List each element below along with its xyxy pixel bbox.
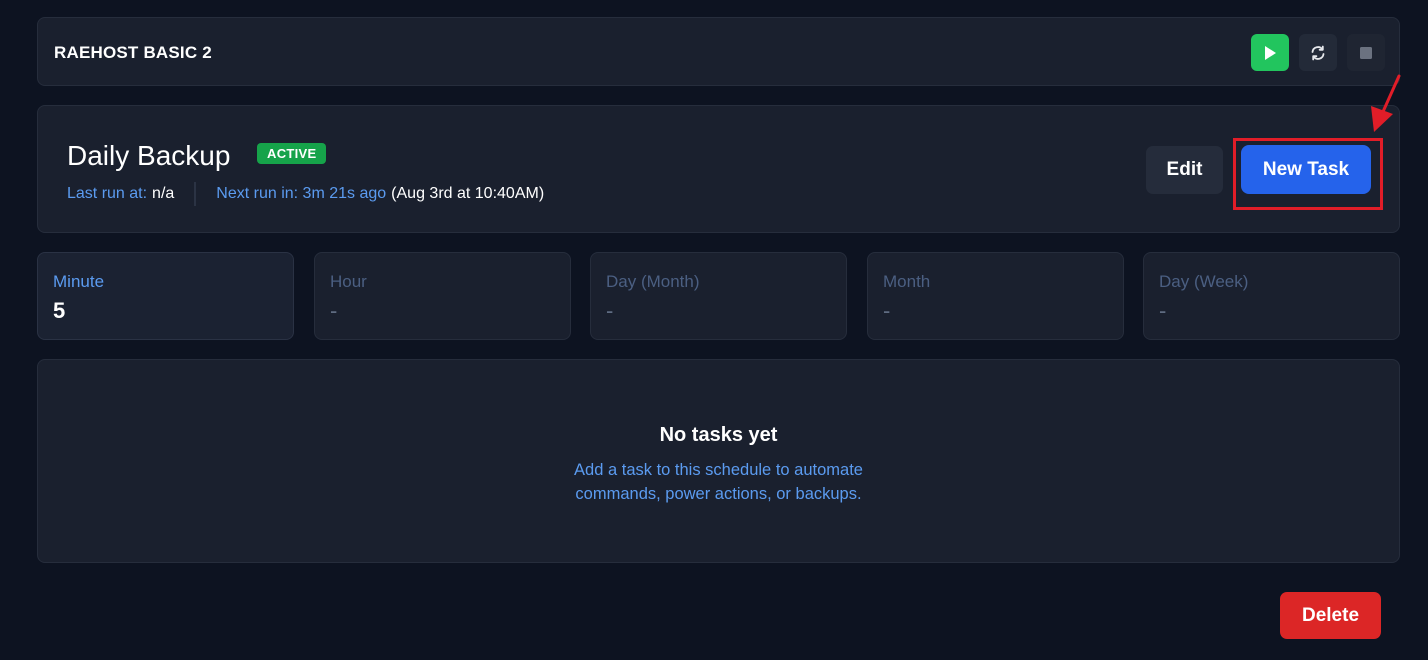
cron-label: Minute: [53, 272, 105, 291]
cron-label: Day (Week): [1159, 272, 1249, 291]
empty-state-description: Add a task to this schedule to automate …: [574, 461, 863, 503]
annotation-arrow-icon: [1371, 74, 1401, 132]
server-header: RAEHOST BASIC 2: [37, 17, 1400, 86]
schedule-title: Daily Backup: [67, 140, 231, 171]
empty-state-title: No tasks yet: [659, 424, 778, 446]
refresh-icon: [1311, 45, 1325, 60]
tasks-panel: No tasks yet Add a task to this schedule…: [37, 359, 1400, 563]
cron-value: -: [1159, 298, 1167, 323]
cron-month: Month -: [867, 252, 1124, 340]
cron-minute: Minute 5: [37, 252, 294, 340]
stop-icon: [1360, 46, 1372, 59]
delete-button[interactable]: Delete: [1280, 592, 1381, 639]
start-button[interactable]: [1251, 34, 1289, 71]
cron-value: -: [330, 298, 338, 323]
cron-value: -: [883, 298, 891, 323]
play-icon: [1265, 45, 1276, 60]
cron-label: Day (Month): [606, 272, 700, 291]
edit-button[interactable]: Edit: [1146, 146, 1223, 194]
status-badge: ACTIVE: [257, 143, 327, 164]
schedule-card: Daily Backup ACTIVE Last run at: n/a Nex…: [37, 105, 1400, 233]
annotation-highlight-box: [1233, 138, 1383, 210]
cron-value: 5: [53, 298, 66, 323]
server-name: RAEHOST BASIC 2: [54, 43, 212, 62]
cron-label: Hour: [330, 272, 367, 291]
stop-button[interactable]: [1347, 34, 1385, 71]
cron-day-week: Day (Week) -: [1143, 252, 1400, 340]
cron-label: Month: [883, 272, 931, 291]
last-run-value: n/a: [152, 185, 175, 202]
schedule-page: RAEHOST BASIC 2 Daily Backup ACTIVE Last…: [0, 0, 1428, 660]
next-run-label: Next run in: 3m 21s ago: [216, 185, 387, 202]
last-run-label: Last run at:: [67, 185, 148, 202]
cron-day-month: Day (Month) -: [590, 252, 847, 340]
next-run-value: (Aug 3rd at 10:40AM): [391, 185, 545, 202]
cron-hour: Hour -: [314, 252, 571, 340]
restart-button[interactable]: [1299, 34, 1337, 71]
schedule-run-info: Last run at: n/a Next run in: 3m 21s ago…: [67, 182, 544, 206]
cron-value: -: [606, 298, 614, 323]
divider: [194, 182, 197, 206]
